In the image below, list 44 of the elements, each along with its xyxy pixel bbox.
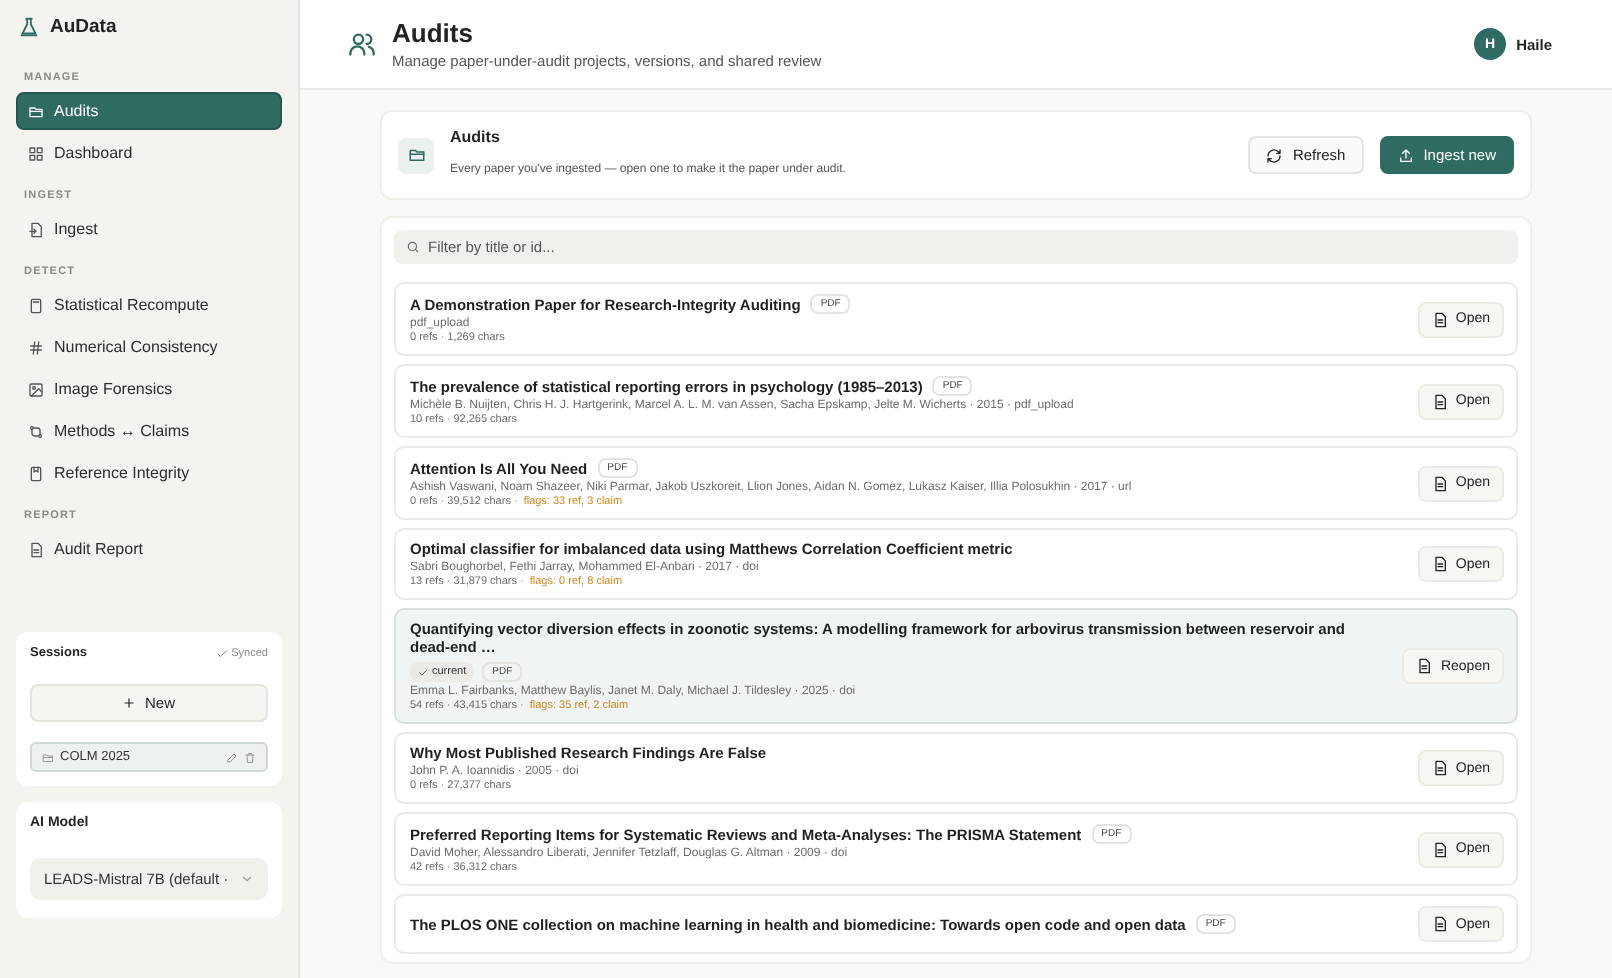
document-icon xyxy=(1431,916,1448,932)
nav-item[interactable]: Dashboard xyxy=(16,134,282,172)
refresh-icon xyxy=(1266,147,1283,163)
paper-row[interactable] xyxy=(394,608,1518,724)
plus-icon xyxy=(122,696,137,710)
calculator-icon xyxy=(28,297,44,313)
document-arrow-icon xyxy=(28,221,44,237)
nav-item[interactable]: Reference Integrity xyxy=(16,454,282,492)
brand-name: AuData xyxy=(50,16,117,38)
nav-item[interactable]: Audit Report xyxy=(16,530,282,568)
document-icon xyxy=(1431,841,1448,857)
nav-item[interactable]: Methods ↔ Claims xyxy=(16,412,282,450)
trash-icon xyxy=(244,751,256,763)
pencil-icon xyxy=(226,751,238,763)
document-icon xyxy=(1431,760,1448,776)
paper-row[interactable] xyxy=(394,364,1518,438)
branch-icon xyxy=(28,423,44,439)
nav-item[interactable]: Image Forensics xyxy=(16,370,282,408)
image-icon xyxy=(28,381,44,397)
check-icon xyxy=(418,667,428,677)
document-icon xyxy=(28,541,44,557)
nav-item[interactable]: Numerical Consistency xyxy=(16,328,282,366)
users-icon xyxy=(348,30,376,58)
folder-icon xyxy=(42,751,54,763)
upload-icon xyxy=(1397,147,1414,163)
bookmark-icon xyxy=(28,465,44,481)
check-icon xyxy=(215,647,228,659)
nav-item[interactable]: Ingest xyxy=(16,210,282,248)
document-icon xyxy=(1416,658,1433,674)
document-icon xyxy=(1431,393,1448,409)
grid-icon xyxy=(28,145,44,161)
hash-icon xyxy=(28,339,44,355)
chevron-down-icon xyxy=(240,872,254,886)
flask-icon xyxy=(18,16,40,38)
document-icon xyxy=(1431,556,1448,572)
document-icon xyxy=(1431,475,1448,491)
document-icon xyxy=(1431,311,1448,327)
folder-icon xyxy=(28,103,44,119)
nav-item[interactable]: Statistical Recompute xyxy=(16,286,282,324)
panel-title: Audits xyxy=(450,128,502,146)
folder-icon xyxy=(398,137,434,173)
page-title: Audits xyxy=(392,18,475,48)
paper-row[interactable] xyxy=(394,812,1518,886)
nav-item[interactable]: Audits xyxy=(16,92,282,130)
